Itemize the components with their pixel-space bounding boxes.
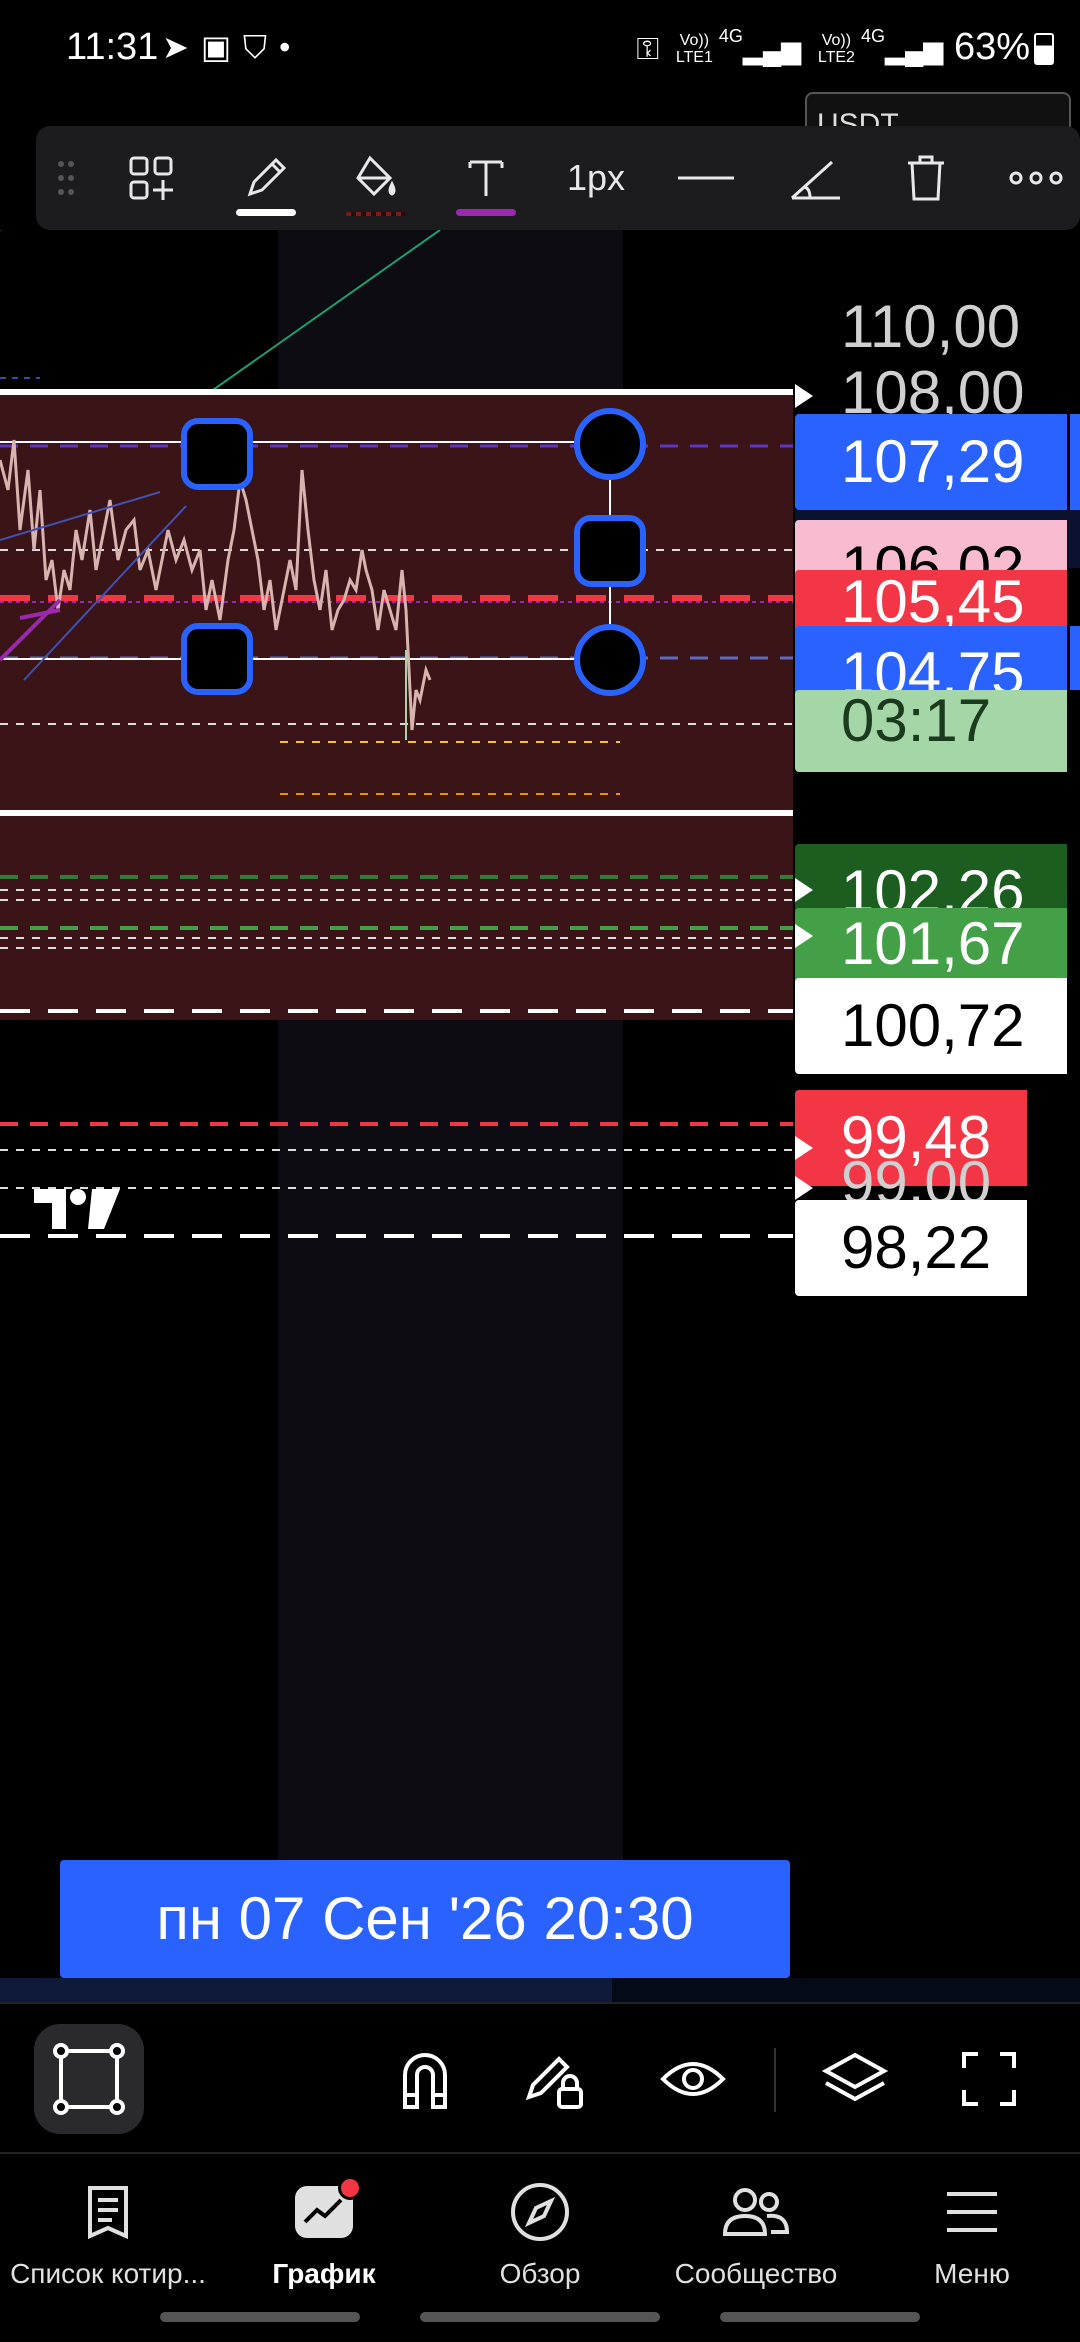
price-marker [795, 1176, 813, 1200]
countdown-tag: 03:17 [795, 690, 1067, 772]
price-tag: 107,29 [795, 414, 1067, 510]
menu-icon [947, 2192, 997, 2232]
magnet-icon[interactable] [370, 2024, 480, 2134]
price-tag: 105,45 [795, 570, 1067, 634]
fill-color-swatch [346, 212, 406, 216]
status-right: ⚿ Vo)) LTE14G▂▄▆ Vo)) LTE24G▂▄▆ 63% [636, 26, 1054, 69]
text-icon [468, 160, 504, 196]
time-scale-right [612, 1978, 1080, 2002]
rectangle-tool-icon [53, 2043, 125, 2115]
dot-icon: • [279, 29, 303, 65]
stroke-width-label: 1px [566, 157, 626, 198]
price-marker [795, 924, 813, 948]
home-indicator[interactable] [420, 2312, 660, 2322]
nav-community[interactable]: Сообщество [648, 2174, 864, 2324]
nav-menu[interactable]: Меню [864, 2174, 1080, 2324]
fill-bucket-icon [356, 155, 396, 197]
chart-tools-bar [0, 2002, 1080, 2154]
chart-area[interactable] [0, 230, 795, 2000]
text-color-button[interactable] [446, 126, 526, 230]
pencil-color-button[interactable] [226, 126, 306, 230]
nav-label: Обзор [499, 2258, 581, 2289]
resize-handle[interactable] [574, 515, 646, 587]
gallery-icon: ▣ [200, 29, 244, 65]
pencil-icon [247, 157, 287, 197]
pencil-color-swatch [236, 209, 296, 216]
fullscreen-icon[interactable] [934, 2024, 1044, 2134]
nav-watchlist[interactable]: Список котир... [0, 2174, 216, 2324]
price-label: 110,00 [841, 293, 1021, 360]
notification-icons: ➤▣⛉• [162, 28, 302, 67]
nav-overview[interactable]: Обзор [432, 2174, 648, 2324]
price-marker [795, 878, 813, 902]
watchlist-icon [88, 2186, 128, 2240]
lock-drawing-icon[interactable] [500, 2024, 610, 2134]
tag-edge [1070, 626, 1080, 690]
trash-icon[interactable] [886, 126, 966, 230]
tag-edge [1070, 414, 1080, 510]
eye-icon[interactable] [638, 2024, 748, 2134]
time-scale[interactable] [0, 1978, 612, 2002]
nav-label: График [272, 2258, 376, 2289]
status-time: 11:31 [66, 26, 159, 68]
crosshair-date-label: пн 07 Сен '26 20:30 [60, 1860, 790, 1978]
toolbar-divider [774, 2048, 776, 2112]
chart-canvas[interactable] [0, 230, 795, 2000]
community-icon [722, 2188, 790, 2236]
system-navigation-bar [160, 2312, 920, 2322]
rectangle-tool-button[interactable] [34, 2024, 144, 2134]
layers-icon[interactable] [800, 2024, 910, 2134]
resize-handle[interactable] [574, 408, 646, 480]
notification-badge [338, 2176, 362, 2200]
price-tag: 100,72 [795, 978, 1067, 1074]
vpn-key-icon: ⚿ [636, 33, 660, 66]
signal-icon: ▂▄▆ [884, 35, 944, 65]
price-scale[interactable]: 110,00 108,00 107,29 106,02 105,45 104,7… [795, 230, 1080, 1870]
resize-handle[interactable] [181, 418, 253, 490]
tradingview-logo [34, 1189, 120, 1229]
battery-level: 63% [953, 26, 1030, 68]
recent-apps-indicator[interactable] [160, 2312, 360, 2322]
sim2-tech: 4G [860, 26, 885, 46]
drawing-toolbar: 1px [36, 126, 1080, 230]
sim1-tech: 4G [718, 26, 743, 46]
signal-icon: ▂▄▆ [742, 35, 802, 65]
add-widgets-icon[interactable] [116, 126, 186, 230]
resize-handle[interactable] [574, 624, 646, 696]
shield-icon: ⛉ [243, 29, 280, 65]
price-tag: 98,22 [795, 1200, 1027, 1296]
back-indicator[interactable] [720, 2312, 920, 2322]
nav-label: Список котир... [10, 2258, 206, 2289]
line-style-icon[interactable] [666, 126, 746, 230]
status-bar: 11:31 ➤▣⛉• ⚿ Vo)) LTE14G▂▄▆ Vo)) LTE24G▂▄▆… [0, 0, 1080, 100]
resize-handle[interactable] [181, 623, 253, 695]
fill-color-button[interactable] [336, 126, 416, 230]
drag-handle-icon[interactable] [36, 126, 96, 230]
selected-rectangle[interactable] [0, 390, 793, 1020]
battery-icon [1034, 32, 1054, 65]
nav-label: Меню [934, 2258, 1010, 2289]
sim1-indicator: Vo)) LTE1 [675, 31, 713, 66]
stroke-width-button[interactable]: 1px [546, 126, 646, 230]
nav-chart[interactable]: График [216, 2174, 432, 2324]
angle-icon[interactable] [776, 126, 856, 230]
more-icon[interactable] [996, 126, 1076, 230]
nav-label: Сообщество [674, 2258, 838, 2289]
compass-icon [511, 2183, 569, 2241]
text-color-swatch [456, 209, 516, 216]
sim2-indicator: Vo)) LTE2 [817, 31, 855, 66]
telegram-icon: ➤ [162, 29, 201, 65]
